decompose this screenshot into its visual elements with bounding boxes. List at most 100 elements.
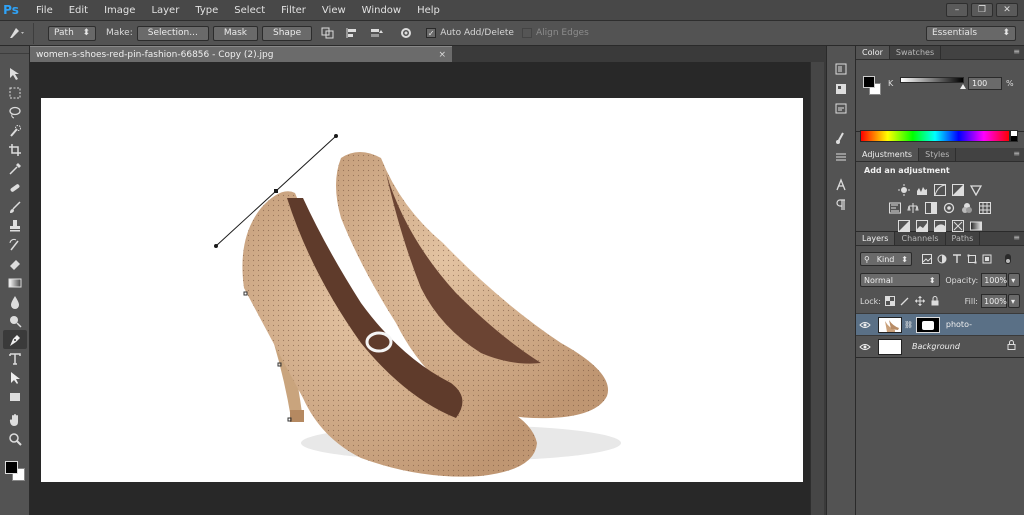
anchor-point-3[interactable]	[277, 362, 282, 367]
menu-window[interactable]: Window	[354, 0, 409, 21]
filter-type-button[interactable]	[950, 253, 963, 265]
marquee-tool[interactable]	[3, 83, 27, 102]
fill-slider-button[interactable]: ▾	[1008, 294, 1020, 308]
hue-saturation-button[interactable]	[888, 202, 902, 214]
tab-swatches[interactable]: Swatches	[890, 46, 942, 59]
brush-presets-button[interactable]	[830, 128, 852, 146]
lock-transparent-button[interactable]	[884, 295, 897, 307]
filter-adjustment-button[interactable]	[935, 253, 948, 265]
menu-type[interactable]: Type	[187, 0, 226, 21]
workspace-select[interactable]: Essentials ⬍	[926, 25, 1016, 41]
k-slider-knob[interactable]	[960, 84, 966, 89]
gradient-map-button[interactable]	[969, 220, 983, 232]
character-panel-button[interactable]	[830, 176, 852, 194]
dodge-tool[interactable]	[3, 311, 27, 330]
tab-color[interactable]: Color	[856, 46, 890, 59]
menu-select[interactable]: Select	[226, 0, 273, 21]
blur-tool[interactable]	[3, 292, 27, 311]
move-tool[interactable]	[3, 64, 27, 83]
anchor-point-4[interactable]	[287, 417, 292, 422]
opacity-input[interactable]: 100%	[981, 273, 1008, 287]
type-tool[interactable]	[3, 349, 27, 368]
opacity-slider-button[interactable]: ▾	[1008, 273, 1020, 287]
auto-add-delete-checkbox[interactable]: ✓ Auto Add/Delete	[426, 28, 514, 38]
paragraph-panel-button[interactable]	[830, 196, 852, 214]
menu-help[interactable]: Help	[409, 0, 448, 21]
filter-kind-select[interactable]: ⚲ Kind ⬍	[860, 252, 912, 266]
tab-channels[interactable]: Channels	[895, 232, 946, 245]
lasso-tool[interactable]	[3, 102, 27, 121]
channel-mixer-button[interactable]	[960, 202, 974, 214]
handle-point-start[interactable]	[214, 244, 218, 248]
healing-brush-tool[interactable]	[3, 178, 27, 197]
brush-tool[interactable]	[3, 197, 27, 216]
filter-shape-button[interactable]	[965, 253, 978, 265]
path-selection-tool[interactable]	[3, 368, 27, 387]
clone-stamp-tool[interactable]	[3, 216, 27, 235]
panel-menu-icon[interactable]: ≡	[1013, 233, 1020, 242]
close-icon[interactable]: ×	[438, 50, 446, 60]
menu-image[interactable]: Image	[96, 0, 143, 21]
color-spectrum[interactable]	[860, 130, 1010, 142]
history-brush-tool[interactable]	[3, 235, 27, 254]
handle-point-end[interactable]	[334, 134, 338, 138]
filter-smart-object-button[interactable]	[980, 253, 993, 265]
k-value-input[interactable]: 100	[968, 77, 1002, 90]
filter-pixel-button[interactable]	[920, 253, 933, 265]
brightness-contrast-button[interactable]	[897, 184, 911, 196]
menu-view[interactable]: View	[314, 0, 354, 21]
mask-button[interactable]: Mask	[212, 25, 258, 41]
menu-layer[interactable]: Layer	[143, 0, 187, 21]
anchor-point-2[interactable]	[243, 291, 248, 296]
menu-file[interactable]: File	[28, 0, 61, 21]
black-white-button[interactable]	[924, 202, 938, 214]
layer-background[interactable]: Background	[856, 335, 1024, 357]
tab-styles[interactable]: Styles	[919, 148, 957, 161]
levels-button[interactable]	[915, 184, 929, 196]
anchor-point[interactable]	[274, 189, 278, 193]
black-white-ramp[interactable]	[1010, 130, 1018, 142]
shape-button[interactable]: Shape	[262, 25, 313, 41]
k-slider[interactable]	[900, 77, 964, 83]
photo-filter-button[interactable]	[942, 202, 956, 214]
lock-position-button[interactable]	[914, 295, 927, 307]
panel-menu-icon[interactable]: ≡	[1013, 149, 1020, 158]
threshold-button[interactable]	[933, 220, 947, 232]
gradient-tool[interactable]	[3, 273, 27, 292]
layer-thumbnail[interactable]	[878, 338, 902, 355]
layer-thumbnail[interactable]	[878, 316, 902, 333]
pen-tool[interactable]	[2, 330, 27, 349]
color-lookup-button[interactable]	[978, 202, 992, 214]
crop-tool[interactable]	[3, 140, 27, 159]
eyedropper-tool[interactable]	[3, 159, 27, 178]
minimize-button[interactable]: –	[946, 3, 968, 17]
tool-preset-picker[interactable]	[0, 22, 34, 44]
curves-button[interactable]	[933, 184, 947, 196]
layer-photo[interactable]: ⛓ photo-	[856, 313, 1024, 335]
posterize-button[interactable]	[915, 220, 929, 232]
tab-layers[interactable]: Layers	[856, 232, 896, 245]
quick-select-tool[interactable]	[3, 121, 27, 140]
history-panel-button[interactable]	[830, 60, 852, 78]
geometry-options-button[interactable]	[396, 24, 416, 42]
menu-filter[interactable]: Filter	[273, 0, 314, 21]
restore-button[interactable]: ❐	[971, 3, 993, 17]
lock-all-button[interactable]	[929, 295, 942, 307]
foreground-color-swatch[interactable]	[4, 461, 18, 474]
layer-mask-thumbnail[interactable]	[915, 316, 940, 333]
filter-toggle[interactable]	[1001, 253, 1014, 265]
path-operations-button[interactable]	[318, 24, 338, 42]
path-alignment-button[interactable]	[342, 24, 362, 42]
path-arrangement-button[interactable]	[366, 24, 386, 42]
exposure-button[interactable]	[951, 184, 965, 196]
invert-button[interactable]	[897, 220, 911, 232]
eraser-tool[interactable]	[3, 254, 27, 273]
vertical-scrollbar[interactable]	[810, 62, 824, 515]
blend-mode-select[interactable]: Normal ⬍	[860, 273, 940, 287]
visibility-toggle[interactable]	[856, 343, 874, 351]
properties-panel-button[interactable]	[830, 80, 852, 98]
menu-edit[interactable]: Edit	[61, 0, 96, 21]
chain-link-icon[interactable]: ⛓	[904, 321, 913, 329]
tools-panel-grip[interactable]	[0, 46, 29, 54]
tab-paths[interactable]: Paths	[946, 232, 981, 245]
